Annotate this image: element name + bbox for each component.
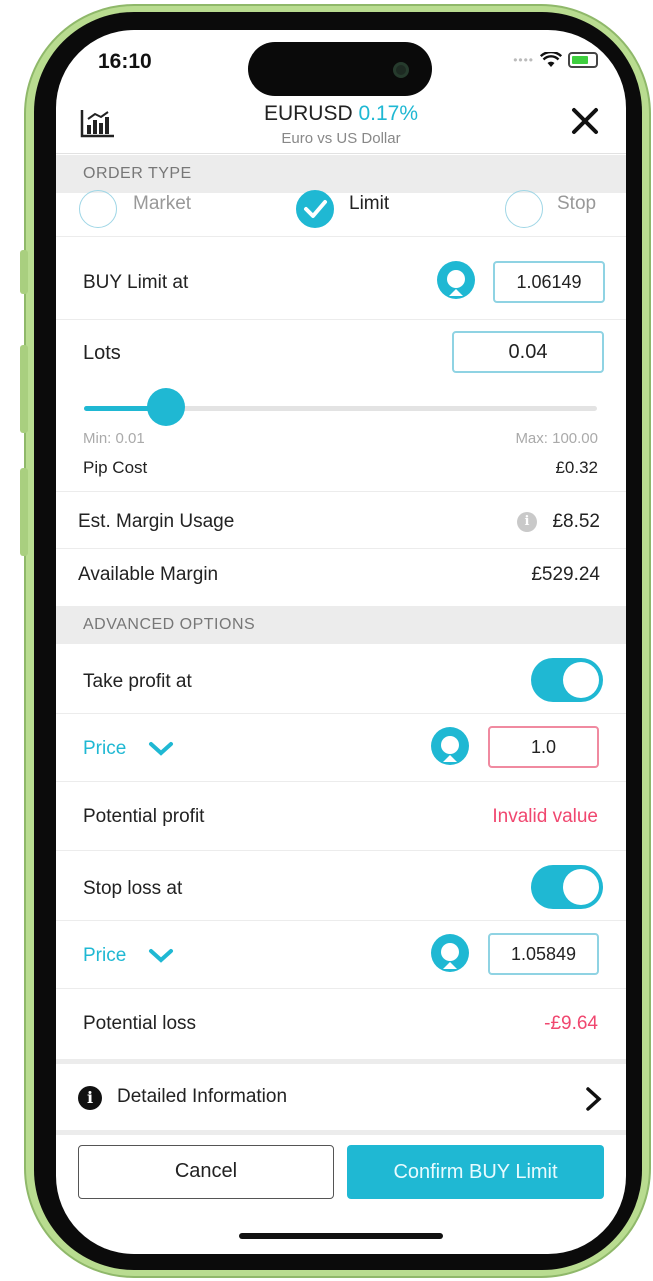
status-icons: •••• <box>513 52 598 68</box>
available-margin-row: Available Margin £529.24 <box>56 550 626 605</box>
info-icon[interactable]: i <box>517 512 537 532</box>
order-type-heading: ORDER TYPE <box>56 155 626 193</box>
potential-profit-value: Invalid value <box>492 806 598 827</box>
header: EURUSD 0.17% Euro vs US Dollar <box>56 98 626 154</box>
instrument-change: 0.17% <box>358 102 419 125</box>
info-icon: i <box>78 1086 102 1110</box>
est-margin-row: Est. Margin Usage i £8.52 <box>56 493 626 549</box>
potential-profit-label: Potential profit <box>83 806 205 827</box>
potential-profit-row: Potential profit Invalid value <box>56 782 626 851</box>
price-target-icon[interactable] <box>428 933 472 977</box>
status-time: 16:10 <box>98 50 152 73</box>
chevron-down-icon[interactable] <box>148 740 174 758</box>
radio-market-label[interactable]: Market <box>133 193 191 215</box>
buy-limit-row: BUY Limit at <box>56 238 626 320</box>
instrument-symbol: EURUSD <box>263 102 353 125</box>
stop-loss-mode[interactable]: Price <box>83 945 126 967</box>
chevron-down-icon[interactable] <box>148 947 174 965</box>
instrument-subtitle: Euro vs US Dollar <box>281 130 401 147</box>
stop-loss-label: Stop loss at <box>83 878 183 899</box>
detailed-information-row[interactable]: i Detailed Information <box>56 1064 626 1130</box>
lots-min-label: Min: 0.01 <box>83 430 145 447</box>
stop-loss-price-row: Price <box>56 921 626 989</box>
available-margin-value: £529.24 <box>531 564 600 585</box>
instrument-title: EURUSD 0.17% <box>56 102 626 126</box>
checkmark-icon <box>303 199 327 218</box>
take-profit-label: Take profit at <box>83 671 192 692</box>
volume-up-button <box>20 345 28 433</box>
est-margin-label: Est. Margin Usage <box>78 511 235 532</box>
take-profit-price-row: Price <box>56 714 626 782</box>
potential-loss-value: -£9.64 <box>544 1013 598 1034</box>
volume-down-button <box>20 468 28 556</box>
lots-max-label: Max: 100.00 <box>515 430 598 447</box>
home-indicator <box>239 1233 443 1239</box>
detailed-information-label: Detailed Information <box>117 1086 288 1107</box>
stop-loss-price-input[interactable] <box>488 933 599 975</box>
lots-slider-handle[interactable] <box>147 388 185 426</box>
take-profit-price-input[interactable] <box>488 726 599 768</box>
signal-icon: •••• <box>513 53 534 67</box>
radio-market[interactable] <box>79 190 117 228</box>
take-profit-row: Take profit at <box>56 644 626 714</box>
radio-stop-label[interactable]: Stop <box>557 193 596 215</box>
battery-icon <box>568 52 598 68</box>
take-profit-toggle[interactable] <box>531 658 603 702</box>
mute-switch <box>20 250 28 294</box>
order-type-selector: Market Limit Stop <box>56 190 626 237</box>
price-target-icon[interactable] <box>434 260 478 304</box>
confirm-buy-limit-button[interactable]: Confirm BUY Limit <box>347 1145 604 1199</box>
cancel-button[interactable]: Cancel <box>78 1145 334 1199</box>
potential-loss-label: Potential loss <box>83 1013 197 1034</box>
est-margin-value: £8.52 <box>552 511 600 532</box>
radio-stop[interactable] <box>505 190 543 228</box>
buy-limit-label: BUY Limit at <box>83 272 189 293</box>
dynamic-island <box>248 42 432 96</box>
chevron-right-icon <box>586 1087 602 1111</box>
radio-limit-label[interactable]: Limit <box>349 193 389 215</box>
available-margin-label: Available Margin <box>78 564 219 585</box>
lots-label: Lots <box>83 342 121 364</box>
radio-limit[interactable] <box>296 190 334 228</box>
stop-loss-row: Stop loss at <box>56 851 626 921</box>
app-screen: 16:10 •••• EURUSD 0.17% Euro vs US Dolla… <box>56 30 626 1254</box>
wifi-icon <box>540 52 562 67</box>
stop-loss-toggle[interactable] <box>531 865 603 909</box>
camera-icon <box>393 62 409 78</box>
take-profit-mode[interactable]: Price <box>83 738 126 760</box>
close-icon[interactable] <box>570 106 600 136</box>
advanced-options-heading: ADVANCED OPTIONS <box>56 606 626 644</box>
buy-limit-price-input[interactable] <box>493 261 605 303</box>
price-target-icon[interactable] <box>428 726 472 770</box>
divider <box>56 1130 626 1135</box>
pip-cost-label: Pip Cost <box>83 458 148 477</box>
pip-cost-value: £0.32 <box>555 458 598 477</box>
lots-input[interactable] <box>452 331 604 373</box>
potential-loss-row: Potential loss -£9.64 <box>56 989 626 1059</box>
